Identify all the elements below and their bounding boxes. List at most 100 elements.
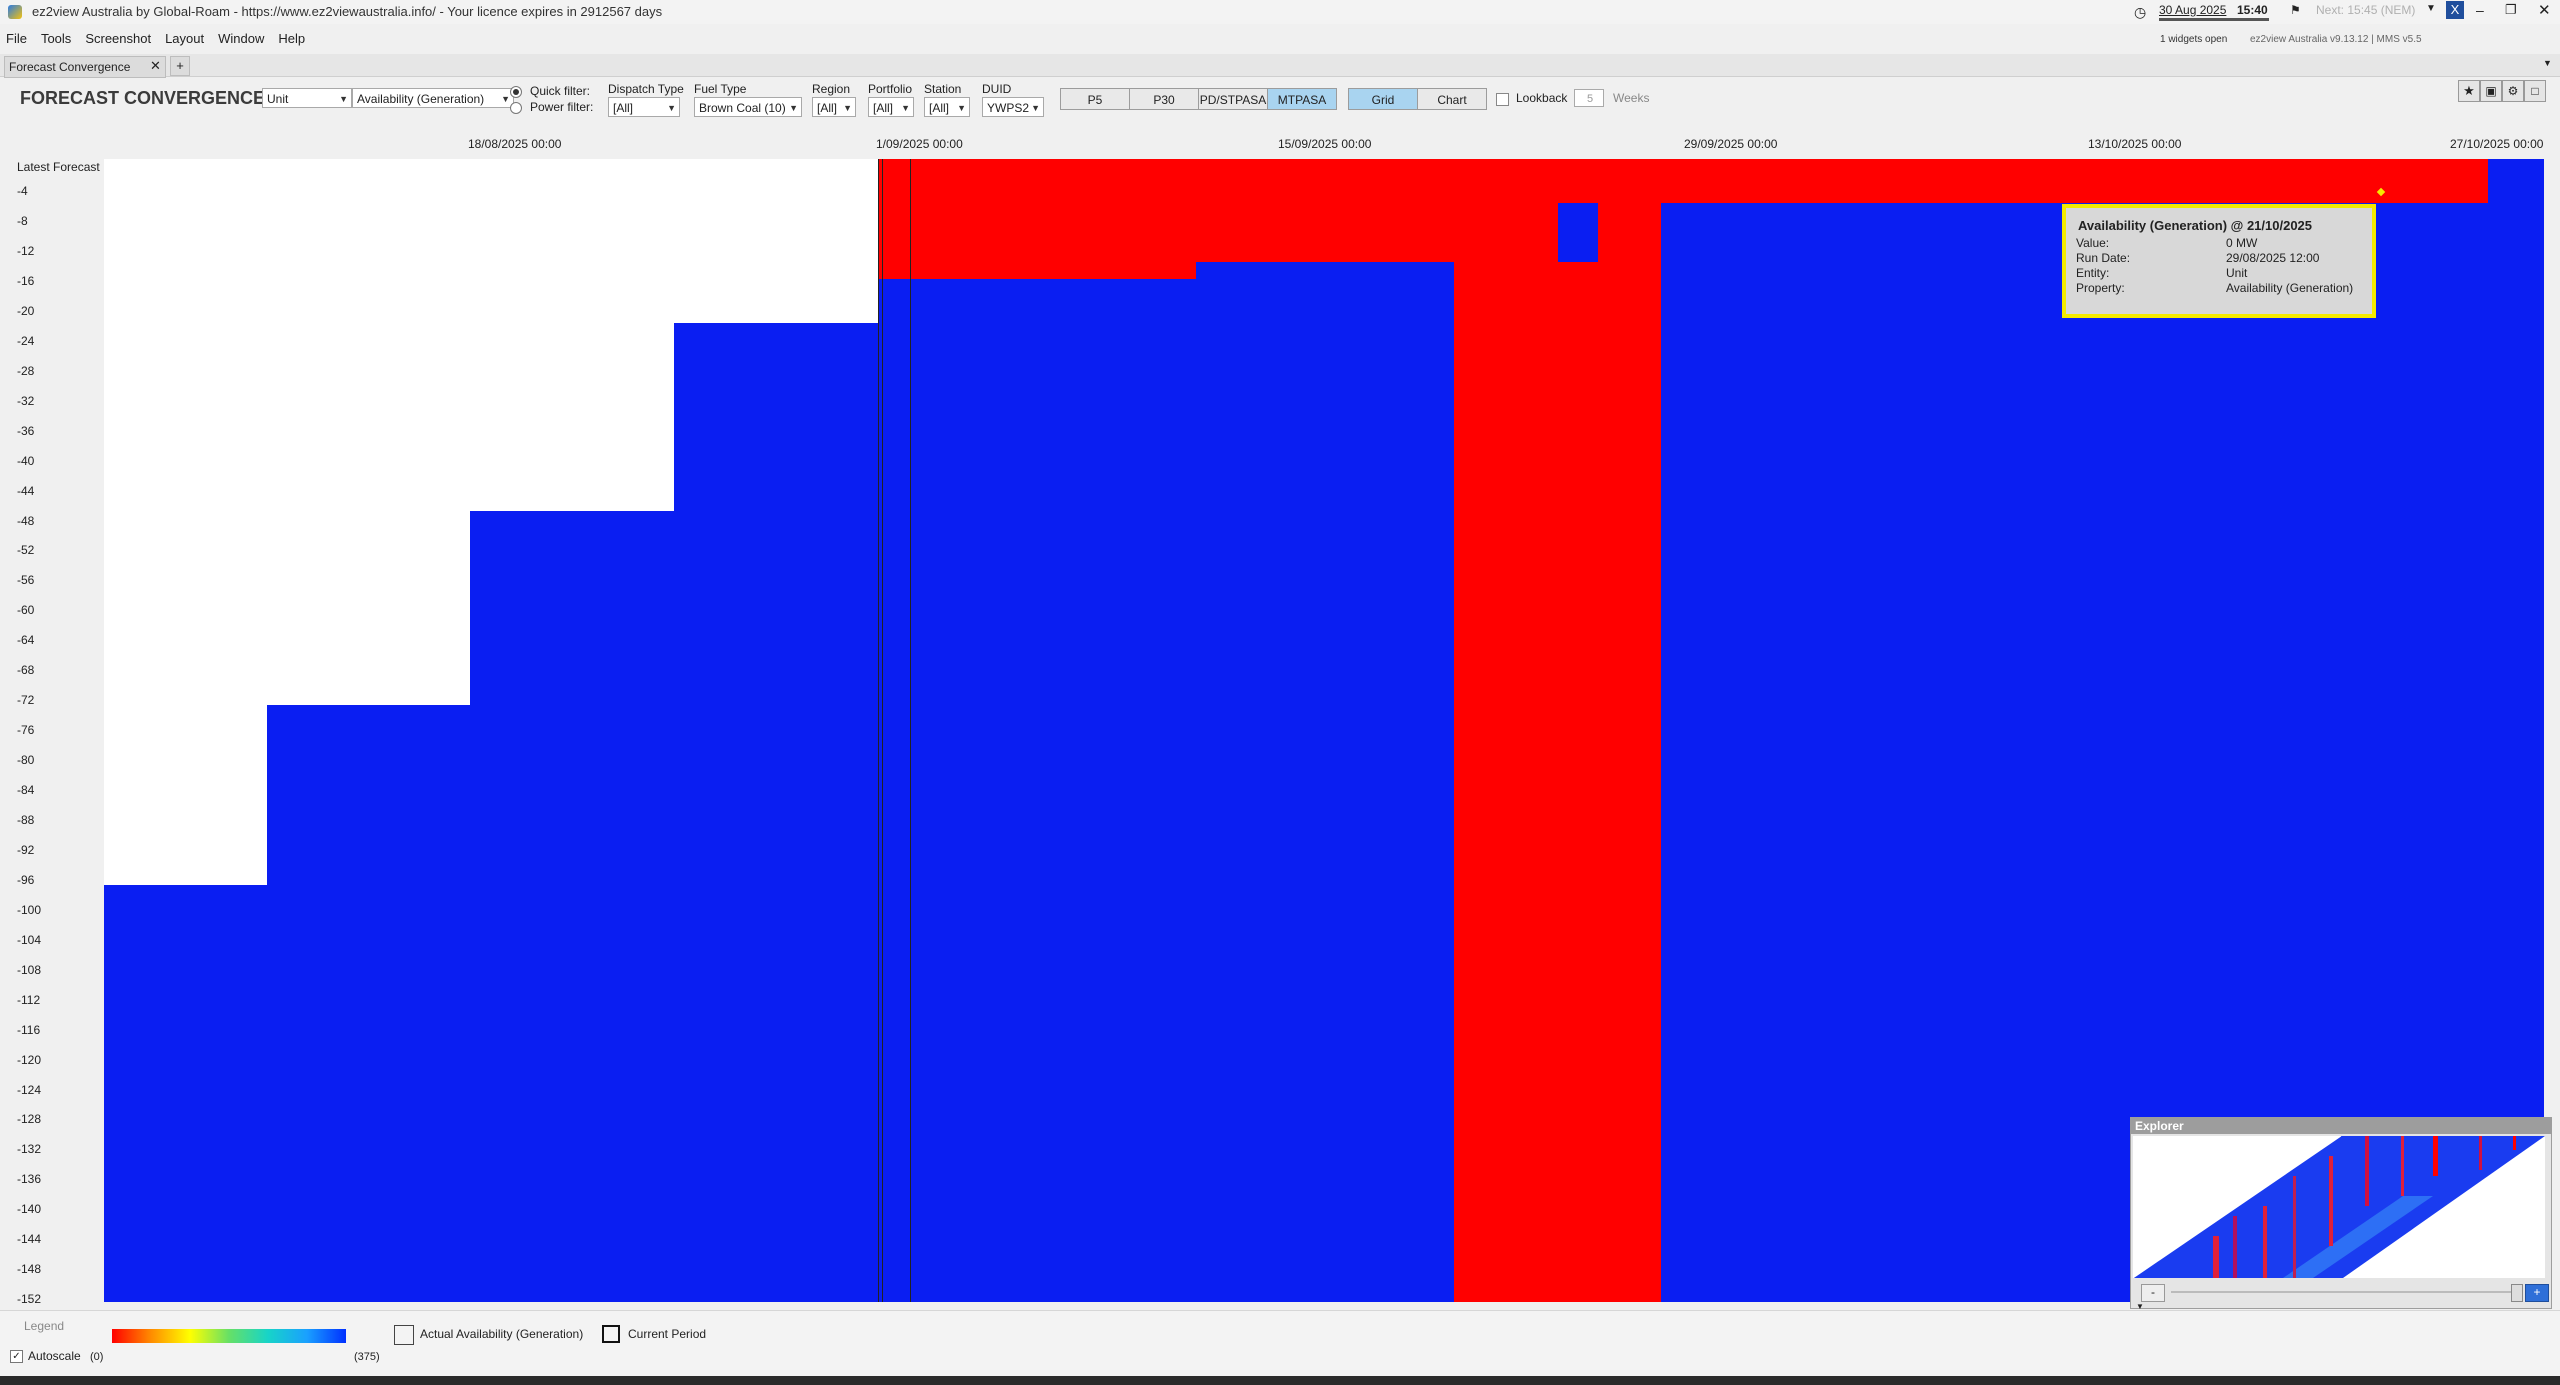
region-value: [All] xyxy=(817,101,838,115)
tooltip-key: Entity: xyxy=(2076,266,2110,280)
explorer-zoom-thumb[interactable] xyxy=(2511,1284,2523,1302)
tooltip-key: Value: xyxy=(2076,236,2110,250)
favourite-icon[interactable]: ★ xyxy=(2458,80,2480,102)
portfolio-select[interactable]: [All] ▼ xyxy=(868,97,914,117)
y-axis-label: -140 xyxy=(17,1202,42,1217)
y-axis-label: -52 xyxy=(17,543,35,558)
y-axis-label: -120 xyxy=(17,1052,42,1067)
chart-mode-button[interactable]: Chart xyxy=(1417,88,1487,110)
menu-file[interactable]: File xyxy=(6,31,27,46)
minimize-icon[interactable]: – xyxy=(2476,2,2484,18)
current-period-toggle[interactable] xyxy=(602,1325,620,1343)
explorer-zoom-out-button[interactable]: - xyxy=(2141,1284,2165,1302)
tab-label: Forecast Convergence xyxy=(9,60,131,74)
chevron-down-icon: ▼ xyxy=(1031,103,1040,113)
close-icon[interactable]: ✕ xyxy=(2538,1,2551,19)
explorer-zoom-track[interactable] xyxy=(2171,1291,2521,1293)
view-p5-button[interactable]: P5 xyxy=(1060,88,1130,110)
tooltip-value: 0 MW xyxy=(2226,236,2258,250)
y-axis-label: -108 xyxy=(17,962,42,977)
duid-value: YWPS2 xyxy=(987,101,1030,115)
duid-select[interactable]: YWPS2 ▼ xyxy=(982,97,1044,117)
y-axis-label: -144 xyxy=(17,1232,42,1247)
y-axis-label: -36 xyxy=(17,423,35,438)
grid-mode-button[interactable]: Grid xyxy=(1348,88,1418,110)
y-axis-label: -84 xyxy=(17,783,35,797)
lookback-checkbox[interactable] xyxy=(1496,93,1509,106)
x-axis-label: 1/09/2025 00:00 xyxy=(876,137,963,151)
menu-layout[interactable]: Layout xyxy=(165,31,204,46)
chevron-down-icon: ▼ xyxy=(667,103,676,113)
explorer-zoom-in-button[interactable]: + xyxy=(2525,1284,2549,1302)
legend-bar: Legend ✓ Autoscale (0) (375) Actual Avai… xyxy=(0,1310,2560,1377)
view-mtpasa-button[interactable]: MTPASA xyxy=(1267,88,1337,110)
y-axis-label: -100 xyxy=(17,902,42,917)
menu-help[interactable]: Help xyxy=(278,31,305,46)
autoscale-checkbox[interactable]: ✓ xyxy=(10,1350,23,1363)
quick-filter-radio[interactable] xyxy=(510,86,522,98)
dispatch-type-label: Dispatch Type xyxy=(608,82,684,96)
actual-availability-toggle[interactable] xyxy=(394,1325,414,1345)
cell-tooltip: Availability (Generation) @ 21/10/2025 V… xyxy=(2062,204,2376,318)
menu-tools[interactable]: Tools xyxy=(41,31,71,46)
tooltip-key: Run Date: xyxy=(2076,251,2131,265)
app-logo-icon xyxy=(8,5,22,19)
tab-forecast-convergence[interactable]: Forecast Convergence ✕ xyxy=(4,56,166,78)
tab-close-icon[interactable]: ✕ xyxy=(150,58,161,74)
y-axis-label: -44 xyxy=(17,483,35,498)
explorer-panel[interactable]: Explorer - + xyxy=(2130,1117,2552,1309)
weeks-label: Weeks xyxy=(1613,91,1650,105)
lookback-weeks-input[interactable]: 5 xyxy=(1574,89,1604,107)
explorer-minimap[interactable] xyxy=(2133,1136,2545,1278)
view-p30-button[interactable]: P30 xyxy=(1129,88,1199,110)
dispatch-type-select[interactable]: [All] ▼ xyxy=(608,97,680,117)
settings-icon[interactable]: ⚙ xyxy=(2502,80,2524,102)
menu-window[interactable]: Window xyxy=(218,31,264,46)
restore-icon[interactable]: ❐ xyxy=(2505,2,2517,18)
chevron-down-icon: ▼ xyxy=(789,103,798,113)
portfolio-value: [All] xyxy=(873,101,894,115)
region-select[interactable]: [All] ▼ xyxy=(812,97,856,117)
comment-icon[interactable]: □ xyxy=(2524,80,2546,102)
entity-select[interactable]: Unit ▼ xyxy=(262,88,352,108)
y-axis-label: -112 xyxy=(17,992,41,1007)
y-axis-label: -40 xyxy=(17,453,35,468)
station-select[interactable]: [All] ▼ xyxy=(924,97,970,117)
legend-title: Legend xyxy=(24,1319,65,1333)
scale-max: (375) xyxy=(354,1351,380,1363)
outage-cells-red xyxy=(1558,262,1661,1302)
fuel-type-select[interactable]: Brown Coal (10) ▼ xyxy=(694,97,802,117)
y-axis-label: -20 xyxy=(17,303,35,318)
tooltip-value: 29/08/2025 12:00 xyxy=(2226,251,2320,265)
view-pdstpasa-button[interactable]: PD/STPASA xyxy=(1198,88,1268,110)
time-progress-bar xyxy=(2159,18,2269,21)
y-axis-label: -136 xyxy=(17,1172,42,1187)
tab-bar: Forecast Convergence ✕ + ▼ xyxy=(0,54,2560,78)
y-axis-label: -124 xyxy=(17,1082,42,1097)
duid-label: DUID xyxy=(982,82,1012,96)
scale-min: (0) xyxy=(90,1351,104,1363)
next-dispatch: Next: 15:45 (NEM) xyxy=(2316,3,2416,17)
y-axis-label: -16 xyxy=(17,273,35,288)
property-select[interactable]: Availability (Generation) ▼ xyxy=(352,88,514,108)
next-dropdown-icon[interactable]: ▼ xyxy=(2426,3,2436,14)
y-axis-label: -64 xyxy=(17,633,35,648)
current-period-line xyxy=(882,159,883,1302)
flag-icon[interactable]: ⚑ xyxy=(2290,3,2301,17)
tab-list-icon[interactable]: ▼ xyxy=(2543,58,2552,68)
app-x-icon[interactable]: X xyxy=(2446,1,2464,19)
y-axis-label: -56 xyxy=(17,573,35,588)
camera-icon[interactable]: ▣ xyxy=(2480,80,2502,102)
menu-screenshot[interactable]: Screenshot xyxy=(85,31,151,46)
add-tab-button[interactable]: + xyxy=(170,56,190,76)
y-axis-label: -12 xyxy=(17,243,35,258)
entity-select-value: Unit xyxy=(267,92,289,106)
tooltip-keys: Value: Run Date: Entity: Property: xyxy=(2076,236,2130,296)
y-axis-label: -76 xyxy=(17,723,35,738)
explorer-title: Explorer xyxy=(2131,1118,2551,1134)
power-filter-label: Power filter: xyxy=(530,100,594,114)
x-axis-label: 15/09/2025 00:00 xyxy=(1278,137,1372,151)
availability-cells-blue xyxy=(1558,203,1598,262)
fuel-type-label: Fuel Type xyxy=(694,82,747,96)
power-filter-radio[interactable] xyxy=(510,102,522,114)
